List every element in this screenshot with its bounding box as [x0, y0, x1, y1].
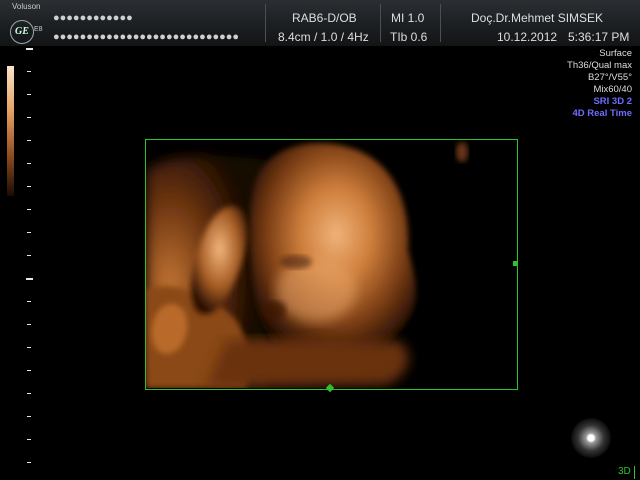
patient-name: ●●●●●●●●●●●●●●●●●●●●●●●●●●●● [53, 31, 240, 43]
ge-logo-icon: GE [10, 20, 34, 44]
depth-tick [27, 324, 31, 325]
separator [265, 4, 266, 42]
mi-value: MI 1.0 [391, 11, 425, 25]
depth-tick [27, 140, 31, 141]
mode-indicator: 3D [618, 466, 635, 479]
color-map-bar [7, 66, 14, 196]
depth-tick [27, 301, 31, 302]
render-mode: Surface [599, 48, 632, 59]
depth-tick [26, 278, 33, 280]
depth-tick [27, 393, 31, 394]
depth-tick [27, 163, 31, 164]
depth-tick [27, 255, 31, 256]
mix-ratio: Mix60/40 [593, 84, 632, 95]
depth-tick [27, 117, 31, 118]
depth-parameters: 8.4cm / 1.0 / 4Hz [278, 30, 369, 44]
depth-tick [27, 439, 31, 440]
separator [380, 4, 381, 42]
depth-tick [27, 94, 31, 95]
info-header: Voluson GE E8 ●●●●●●●●●●●● ●●●●●●●●●●●●●… [0, 0, 640, 46]
exam-time: 5:36:17 PM [568, 30, 630, 44]
tib-value: TIb 0.6 [390, 30, 428, 44]
sri-setting: SRI 3D 2 [593, 96, 632, 107]
depth-tick [27, 370, 31, 371]
patient-id: ●●●●●●●●●●●● [53, 12, 133, 24]
depth-tick [27, 186, 31, 187]
depth-tick [27, 71, 31, 72]
render-box-right-handle[interactable] [513, 261, 518, 266]
light-source-icon[interactable] [571, 418, 611, 458]
exam-date: 10.12.2012 [497, 30, 558, 44]
threshold-quality: Th36/Qual max [567, 60, 632, 71]
model-label: E8 [34, 26, 43, 33]
depth-tick [27, 347, 31, 348]
depth-tick [27, 462, 31, 463]
depth-tick [27, 232, 31, 233]
institution-label: Doç.Dr.Mehmet SIMSEK [471, 11, 604, 25]
depth-tick [27, 209, 31, 210]
volume-angles: B27°/V55° [587, 72, 632, 83]
depth-tick [26, 48, 33, 50]
ge-logo: Voluson GE E8 [2, 2, 44, 44]
depth-tick [27, 416, 31, 417]
render-box-frame[interactable] [145, 139, 518, 390]
probe-label: RAB6-D/OB [292, 11, 357, 25]
brand-label: Voluson [12, 2, 41, 11]
separator [440, 4, 441, 42]
acquisition-mode: 4D Real Time [572, 108, 633, 119]
